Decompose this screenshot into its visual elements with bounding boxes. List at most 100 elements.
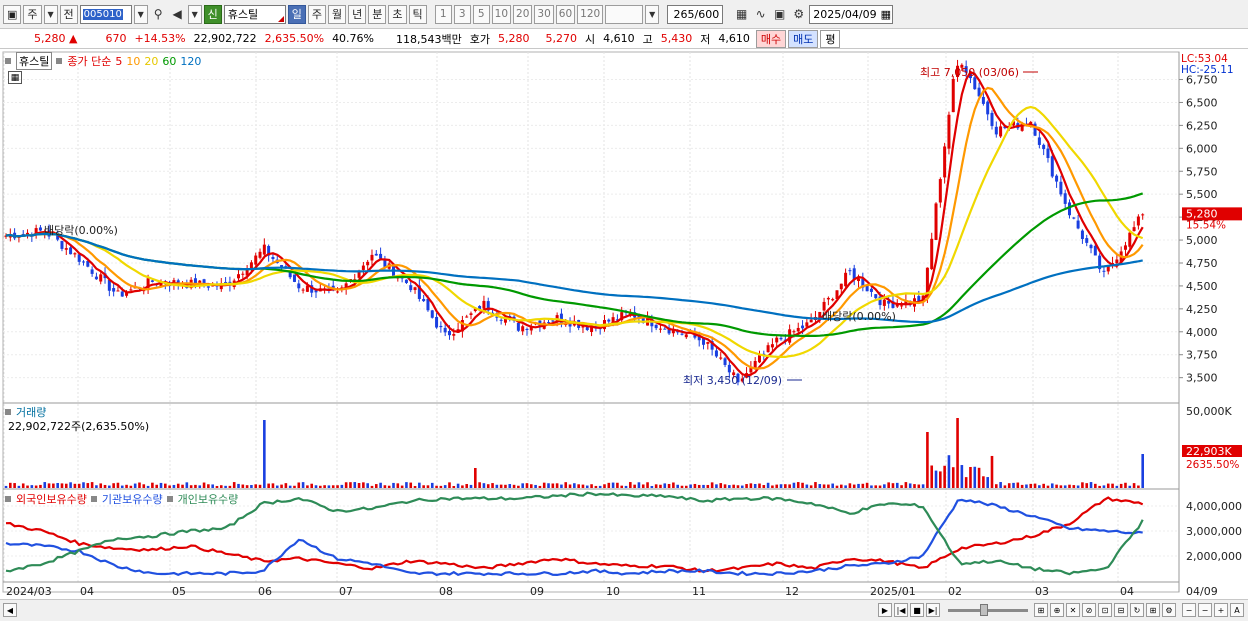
period-year[interactable]: 년 bbox=[348, 4, 367, 24]
ma-60[interactable]: 60 bbox=[162, 55, 176, 68]
first-page-icon[interactable]: |◀ bbox=[894, 603, 908, 617]
price-legend: 휴스틸 종가 단순 5 10 20 60 120 bbox=[5, 52, 201, 70]
volume-bar bbox=[383, 485, 387, 488]
step-5[interactable]: 5 bbox=[472, 4, 490, 24]
eval-button[interactable]: 평 bbox=[820, 29, 841, 48]
settings-icon[interactable]: ⚙ bbox=[1162, 603, 1176, 617]
period-day[interactable]: 일 bbox=[287, 4, 306, 24]
volume-bar bbox=[758, 483, 761, 488]
save-icon[interactable]: ▣ bbox=[771, 5, 788, 24]
step-30[interactable]: 30 bbox=[534, 4, 554, 24]
volume-bar bbox=[108, 485, 111, 488]
ma-title[interactable]: 종가 단순 bbox=[67, 53, 111, 69]
candle-body bbox=[1132, 227, 1136, 232]
scroll-right-icon[interactable]: ▶ bbox=[878, 603, 892, 617]
zoom-out-icon[interactable]: − bbox=[1182, 603, 1196, 617]
stock-name-field[interactable]: 휴스틸 bbox=[223, 4, 286, 24]
candle-body bbox=[994, 126, 998, 135]
candle-body bbox=[82, 261, 86, 263]
volume-value: 22,902,722주(2,635.50%) bbox=[8, 420, 150, 433]
volume-bar bbox=[616, 482, 619, 488]
calendar-icon[interactable]: ▦ bbox=[881, 8, 891, 21]
candle-body bbox=[1093, 245, 1097, 256]
ma-5[interactable]: 5 bbox=[115, 55, 122, 68]
zoom-slider-track[interactable] bbox=[948, 609, 1028, 612]
candle-body bbox=[714, 350, 718, 357]
candle-body bbox=[805, 322, 809, 327]
grid-toggle-icon[interactable]: ▦ bbox=[8, 71, 22, 84]
custom-step-input[interactable] bbox=[605, 4, 644, 24]
measure-icon[interactable]: ⊘ bbox=[1082, 603, 1096, 617]
zoom-reset-icon[interactable]: − bbox=[1198, 603, 1212, 617]
step-3[interactable]: 3 bbox=[453, 4, 471, 24]
gear-icon[interactable]: ⚙ bbox=[790, 5, 807, 24]
volume-bar bbox=[1029, 483, 1033, 488]
zoom-icon[interactable]: ⊞ bbox=[1034, 603, 1048, 617]
legend-stock-name[interactable]: 휴스틸 bbox=[16, 52, 53, 70]
period-tick[interactable]: 틱 bbox=[408, 4, 427, 24]
last-page-icon[interactable]: ▶| bbox=[926, 603, 940, 617]
data-count: 265 bbox=[673, 7, 695, 21]
step-60[interactable]: 60 bbox=[555, 4, 576, 24]
buy-button[interactable]: 매수 bbox=[755, 29, 787, 48]
volume-bar bbox=[69, 482, 72, 488]
holdings-tick-label: 4,000,000 bbox=[1186, 500, 1242, 513]
candle-type-icon[interactable]: ▦ bbox=[733, 5, 750, 24]
step-10[interactable]: 10 bbox=[491, 4, 512, 24]
volume: 22,902,722 bbox=[193, 32, 257, 45]
volume-bar bbox=[904, 482, 908, 488]
volume-bar bbox=[1025, 484, 1028, 488]
volume-bar bbox=[684, 485, 688, 488]
volume-bar bbox=[310, 483, 314, 488]
step-120[interactable]: 120 bbox=[577, 4, 604, 24]
foreign-holdings-label[interactable]: 외국인보유수량 bbox=[16, 491, 87, 507]
volume-bar bbox=[1141, 454, 1144, 488]
institution-holdings-label[interactable]: 기관보유수량 bbox=[102, 491, 163, 507]
stock-code-input[interactable]: 005010 bbox=[79, 4, 132, 24]
sell-button[interactable]: 매도 bbox=[788, 29, 819, 48]
zoom-slider-thumb[interactable] bbox=[980, 604, 988, 616]
layout-icon[interactable]: ⊞ bbox=[1146, 603, 1160, 617]
font-size-icon[interactable]: A bbox=[1230, 603, 1244, 617]
ma-10[interactable]: 10 bbox=[126, 55, 140, 68]
chevron-down-icon[interactable]: ▼ bbox=[43, 4, 58, 24]
indicator-icon[interactable]: ∿ bbox=[752, 5, 769, 24]
market-type-select[interactable]: 주 bbox=[23, 4, 42, 24]
period-week[interactable]: 주 bbox=[307, 4, 327, 24]
scroll-left-icon[interactable]: ◀ bbox=[3, 603, 17, 617]
step-1[interactable]: 1 bbox=[434, 4, 452, 24]
step-20[interactable]: 20 bbox=[513, 4, 533, 24]
individual-holdings-label[interactable]: 개인보유수량 bbox=[178, 491, 239, 507]
chart-menu-icon[interactable]: ▣ bbox=[3, 4, 22, 24]
refresh-icon[interactable]: ↻ bbox=[1130, 603, 1144, 617]
code-dropdown-icon[interactable]: ▼ bbox=[133, 4, 148, 24]
volume-bar bbox=[1124, 482, 1127, 488]
stop-icon[interactable]: ■ bbox=[910, 603, 924, 617]
compare-icon[interactable]: ⊡ bbox=[1098, 603, 1112, 617]
pan-icon[interactable]: ⊕ bbox=[1050, 603, 1064, 617]
volume-bar bbox=[232, 482, 236, 488]
date-field[interactable]: 2025/04/09 ▦ bbox=[809, 4, 894, 24]
period-month[interactable]: 월 bbox=[328, 4, 347, 24]
legend-bullet-icon bbox=[5, 496, 11, 502]
volume-bar bbox=[517, 485, 520, 488]
crosshair-icon[interactable]: ✕ bbox=[1066, 603, 1080, 617]
speaker-dropdown-icon[interactable]: ▼ bbox=[187, 4, 202, 24]
period-second[interactable]: 초 bbox=[388, 4, 407, 24]
data-count-field[interactable]: 265/600 bbox=[667, 4, 724, 24]
dock-icon[interactable]: ⊟ bbox=[1114, 603, 1128, 617]
custom-step-dropdown-icon[interactable]: ▼ bbox=[645, 4, 660, 24]
volume-bar bbox=[56, 483, 59, 488]
candle-body bbox=[943, 146, 947, 178]
zoom-in-icon[interactable]: + bbox=[1214, 603, 1228, 617]
speaker-icon[interactable]: ◀ bbox=[169, 5, 186, 24]
ma-20[interactable]: 20 bbox=[144, 55, 158, 68]
prev-button[interactable]: 전 bbox=[59, 4, 78, 24]
ma-120[interactable]: 120 bbox=[180, 55, 201, 68]
volume-bar bbox=[646, 482, 649, 488]
period-minute[interactable]: 분 bbox=[368, 4, 387, 24]
volume-bar bbox=[878, 485, 882, 488]
stock-chart[interactable]: 2024/03 04 05 06 07 08 09 10 11 12 2025/01 02 03 04 04… bbox=[0, 50, 1248, 599]
candle-body bbox=[882, 299, 886, 306]
search-icon[interactable]: ⚲ bbox=[150, 5, 167, 24]
